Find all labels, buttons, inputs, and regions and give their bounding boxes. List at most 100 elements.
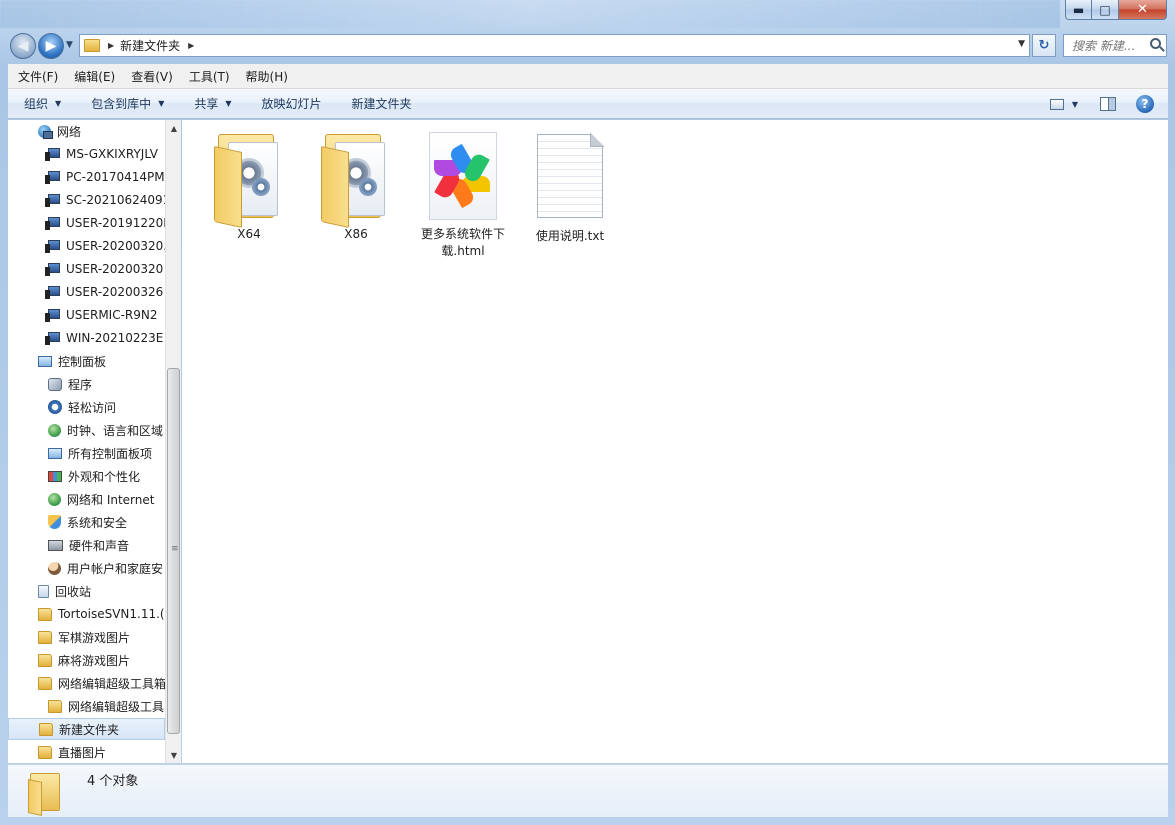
file-item[interactable]: 更多系统软件下载.html xyxy=(415,130,511,260)
slideshow-button[interactable]: 放映幻灯片 xyxy=(246,95,336,112)
file-item[interactable]: X64 xyxy=(201,130,297,243)
computer-icon xyxy=(45,194,60,207)
nav-tree-item[interactable]: 控制面板 xyxy=(38,350,106,372)
nav-tree-item[interactable]: PC-20170414PM xyxy=(45,166,165,188)
nav-tree-label: 网络和 Internet xyxy=(67,492,155,507)
nav-scrollbar[interactable]: ▲ ≡ ▼ xyxy=(165,120,181,763)
search-input[interactable] xyxy=(1072,38,1152,53)
new-folder-button[interactable]: 新建文件夹 xyxy=(336,95,426,112)
folder-icon xyxy=(48,699,62,713)
browser-html-icon xyxy=(427,130,499,222)
menu-tools[interactable]: 工具(T) xyxy=(179,68,236,85)
recent-pages-dropdown[interactable]: ▼ xyxy=(66,40,73,50)
refresh-button[interactable]: ↻ xyxy=(1032,34,1056,57)
nav-tree-item[interactable]: SC-20210624091 xyxy=(45,189,165,211)
folder-icon xyxy=(84,39,100,52)
file-item[interactable]: X86 xyxy=(308,130,404,243)
nav-tree-item[interactable]: USERMIC-R9N2 xyxy=(45,304,158,326)
nav-tree-item[interactable]: USER-20200320. xyxy=(45,235,165,257)
nav-tree-label: 所有控制面板项 xyxy=(68,446,153,461)
nav-tree-item[interactable]: 网络编辑超级工具 xyxy=(48,695,164,717)
nav-tree-item[interactable]: 直播图片 xyxy=(38,741,106,763)
file-name: X86 xyxy=(344,227,368,241)
menu-file[interactable]: 文件(F) xyxy=(8,68,64,85)
address-dropdown-icon[interactable]: ▼ xyxy=(1018,39,1025,49)
scroll-up-arrow-icon[interactable]: ▲ xyxy=(166,120,182,136)
nav-tree-item[interactable]: WIN-20210223E xyxy=(45,327,164,349)
folder-icon xyxy=(38,676,52,690)
nav-tree-item[interactable]: 系统和安全 xyxy=(48,511,127,533)
nav-tree-label: 直播图片 xyxy=(58,745,107,760)
close-button[interactable]: ✕ xyxy=(1119,0,1167,20)
file-item[interactable]: 使用说明.txt xyxy=(522,132,618,245)
help-icon[interactable]: ? xyxy=(1136,95,1154,113)
nav-tree-item[interactable]: 军棋游戏图片 xyxy=(38,626,130,648)
nav-tree-item[interactable]: 硬件和声音 xyxy=(48,534,129,556)
nav-tree-item[interactable]: 网络编辑超级工具箱 xyxy=(38,672,165,694)
nav-tree-item[interactable]: USER-20200320 xyxy=(45,258,163,280)
search-icon[interactable] xyxy=(1150,38,1161,49)
nav-tree-item[interactable]: 回收站 xyxy=(38,580,91,602)
nav-tree-item[interactable]: 轻松访问 xyxy=(48,396,116,418)
folder-icon xyxy=(38,653,52,667)
breadcrumb-chevron-icon[interactable]: ▶ xyxy=(108,41,114,50)
organize-button[interactable]: 组织 ▼ xyxy=(8,95,75,112)
search-box[interactable] xyxy=(1063,34,1167,57)
address-bar[interactable]: ▶ 新建文件夹 ▶ ▼ xyxy=(79,34,1030,57)
forward-button[interactable]: ▶ xyxy=(38,33,64,59)
nav-tree-label: 轻松访问 xyxy=(68,400,117,415)
nav-tree-item[interactable]: TortoiseSVN1.11.( xyxy=(38,603,165,625)
nav-tree-item[interactable]: 网络和 Internet xyxy=(48,488,154,510)
close-icon: ✕ xyxy=(1137,2,1148,17)
nav-tree-item[interactable]: USER-20200326 xyxy=(45,281,164,303)
breadcrumb-item[interactable]: 新建文件夹 xyxy=(120,37,180,54)
view-options-dropdown-icon[interactable]: ▼ xyxy=(1072,100,1078,109)
menu-view[interactable]: 查看(V) xyxy=(121,68,179,85)
nav-tree-label: 网络编辑超级工具箱 xyxy=(58,676,165,691)
nav-tree-item[interactable]: 麻将游戏图片 xyxy=(38,649,130,671)
folder-icon xyxy=(39,722,53,736)
nav-tree-item[interactable]: 网络 xyxy=(38,120,81,142)
nav-tree-label: USER-20191220I xyxy=(66,216,165,230)
folder-icon xyxy=(28,771,64,816)
new-folder-label: 新建文件夹 xyxy=(351,97,412,111)
preview-pane-icon[interactable] xyxy=(1100,97,1116,111)
menu-edit[interactable]: 编辑(E) xyxy=(64,68,121,85)
nav-tree-label: 网络编辑超级工具 xyxy=(68,699,165,714)
all-control-panel-items-icon xyxy=(48,447,62,459)
ease-of-access-icon xyxy=(48,400,62,414)
back-button[interactable]: ◀ xyxy=(10,33,36,59)
scroll-thumb[interactable]: ≡ xyxy=(167,368,180,734)
network-icon xyxy=(38,124,53,139)
nav-tree-label: WIN-20210223E xyxy=(66,331,164,345)
computer-icon xyxy=(45,240,60,253)
recycle-bin-icon xyxy=(38,584,49,598)
control-panel-icon xyxy=(38,355,52,367)
nav-tree-item[interactable]: 程序 xyxy=(48,373,92,395)
nav-tree-item[interactable]: 外观和个性化 xyxy=(48,465,140,487)
nav-tree-label: USER-20200326 xyxy=(66,285,164,299)
nav-tree-item[interactable]: MS-GXKIXRYJLV xyxy=(45,143,158,165)
nav-tree-item[interactable]: 用户帐户和家庭安 xyxy=(48,557,163,579)
breadcrumb-chevron-icon[interactable]: ▶ xyxy=(188,41,194,50)
menu-help[interactable]: 帮助(H) xyxy=(236,68,294,85)
maximize-button[interactable]: □ xyxy=(1092,0,1119,20)
scroll-down-arrow-icon[interactable]: ▼ xyxy=(166,747,182,763)
title-bar[interactable] xyxy=(0,0,1060,28)
nav-tree-label: 外观和个性化 xyxy=(68,469,141,484)
include-in-library-button[interactable]: 包含到库中 ▼ xyxy=(75,95,178,112)
nav-tree-item[interactable]: 所有控制面板项 xyxy=(48,442,152,464)
minimize-button[interactable]: ▬ xyxy=(1065,0,1092,20)
nav-tree-label: 回收站 xyxy=(55,584,92,599)
nav-tree-item[interactable]: 新建文件夹 xyxy=(8,718,165,740)
share-button[interactable]: 共享 ▼ xyxy=(178,95,245,112)
settings-folder-icon xyxy=(214,130,284,228)
nav-tree-label: 控制面板 xyxy=(58,354,107,369)
nav-tree-item[interactable]: USER-20191220I xyxy=(45,212,165,234)
change-view-icon[interactable] xyxy=(1049,98,1064,110)
forward-arrow-icon: ▶ xyxy=(45,38,57,54)
computer-icon xyxy=(45,148,60,161)
nav-tree-item[interactable]: 时钟、语言和区域 xyxy=(48,419,163,441)
nav-tree-label: 麻将游戏图片 xyxy=(58,653,131,668)
hardware-sound-icon xyxy=(48,539,63,551)
